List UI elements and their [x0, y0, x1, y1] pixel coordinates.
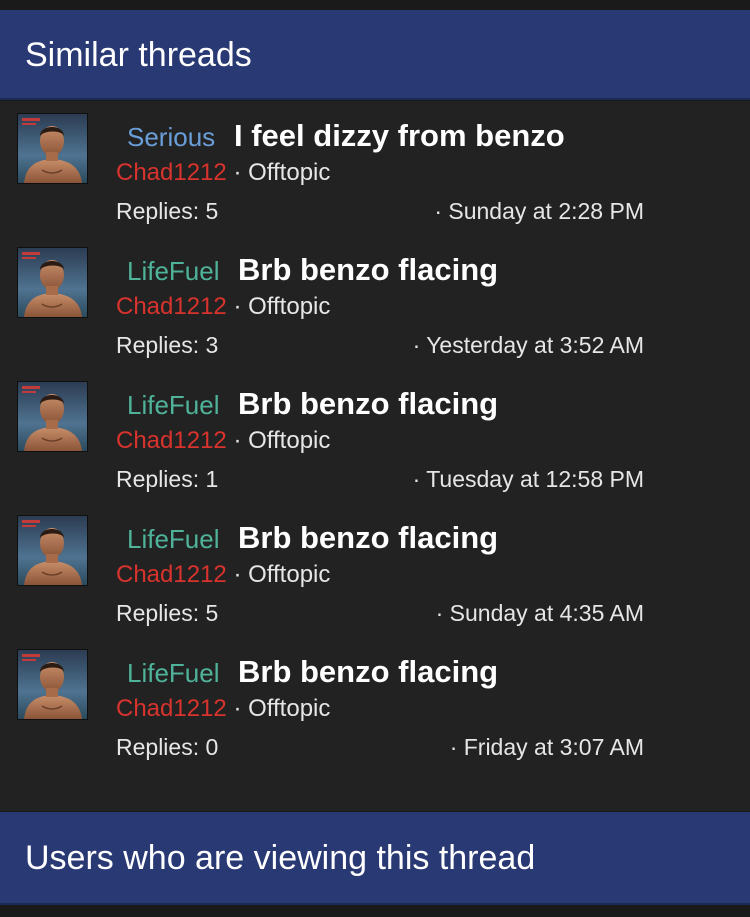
thread-title-link[interactable]: Brb benzo flacing: [238, 519, 498, 557]
similar-threads-list: Serious I feel dizzy from benzo Chad1212…: [0, 101, 750, 811]
meta-separator: ·: [233, 293, 242, 320]
forum-link[interactable]: Offtopic: [248, 561, 330, 588]
last-post-date[interactable]: · Friday at 3:07 AM: [450, 732, 644, 762]
thread-prefix-lifefuel[interactable]: LifeFuel: [127, 389, 220, 421]
thread-meta: Chad1212 · Offtopic: [116, 292, 330, 322]
author-link[interactable]: Chad1212: [116, 293, 227, 320]
last-post-date[interactable]: · Tuesday at 12:58 PM: [413, 464, 644, 494]
thread-prefix-serious[interactable]: Serious: [127, 121, 215, 153]
forum-link[interactable]: Offtopic: [248, 159, 330, 186]
similar-threads-title: Similar threads: [25, 36, 252, 74]
thread-item[interactable]: Serious I feel dizzy from benzo Chad1212…: [0, 101, 750, 235]
thread-meta: Chad1212 · Offtopic: [116, 158, 330, 188]
thread-title-link[interactable]: Brb benzo flacing: [238, 653, 498, 691]
thread-meta: Chad1212 · Offtopic: [116, 560, 330, 590]
thread-item[interactable]: LifeFuel Brb benzo flacing Chad1212 · Of…: [0, 235, 750, 369]
last-post-date[interactable]: · Sunday at 4:35 AM: [436, 598, 644, 628]
thread-title-link[interactable]: Brb benzo flacing: [238, 385, 498, 423]
last-post-date[interactable]: · Yesterday at 3:52 AM: [413, 330, 644, 360]
author-link[interactable]: Chad1212: [116, 695, 227, 722]
user-avatar[interactable]: [17, 381, 88, 452]
author-link[interactable]: Chad1212: [116, 159, 227, 186]
thread-item[interactable]: LifeFuel Brb benzo flacing Chad1212 · Of…: [0, 503, 750, 637]
user-avatar[interactable]: [17, 113, 88, 184]
reply-count: Replies: 0: [116, 734, 219, 760]
similar-threads-header: Similar threads: [0, 10, 750, 100]
thread-meta: Chad1212 · Offtopic: [116, 694, 330, 724]
user-avatar[interactable]: [17, 247, 88, 318]
reply-count: Replies: 5: [116, 198, 219, 224]
meta-separator: ·: [233, 427, 242, 454]
thread-item[interactable]: LifeFuel Brb benzo flacing Chad1212 · Of…: [0, 369, 750, 503]
thread-title-link[interactable]: Brb benzo flacing: [238, 251, 498, 289]
thread-title-link[interactable]: I feel dizzy from benzo: [234, 117, 565, 155]
thread-meta: Chad1212 · Offtopic: [116, 426, 330, 456]
reply-count: Replies: 5: [116, 600, 219, 626]
thread-prefix-lifefuel[interactable]: LifeFuel: [127, 657, 220, 689]
user-avatar[interactable]: [17, 649, 88, 720]
reply-count: Replies: 3: [116, 332, 219, 358]
bottom-strip: [0, 905, 750, 917]
reply-count: Replies: 1: [116, 466, 219, 492]
meta-separator: ·: [233, 159, 242, 186]
top-strip: [0, 0, 750, 10]
forum-link[interactable]: Offtopic: [248, 293, 330, 320]
thread-prefix-lifefuel[interactable]: LifeFuel: [127, 523, 220, 555]
last-post-date[interactable]: · Sunday at 2:28 PM: [434, 196, 644, 226]
viewers-header: Users who are viewing this thread: [0, 812, 750, 905]
forum-link[interactable]: Offtopic: [248, 427, 330, 454]
forum-link[interactable]: Offtopic: [248, 695, 330, 722]
meta-separator: ·: [233, 695, 242, 722]
user-avatar[interactable]: [17, 515, 88, 586]
author-link[interactable]: Chad1212: [116, 427, 227, 454]
thread-item[interactable]: LifeFuel Brb benzo flacing Chad1212 · Of…: [0, 637, 750, 771]
thread-prefix-lifefuel[interactable]: LifeFuel: [127, 255, 220, 287]
meta-separator: ·: [233, 561, 242, 588]
viewers-title: Users who are viewing this thread: [25, 839, 536, 877]
author-link[interactable]: Chad1212: [116, 561, 227, 588]
